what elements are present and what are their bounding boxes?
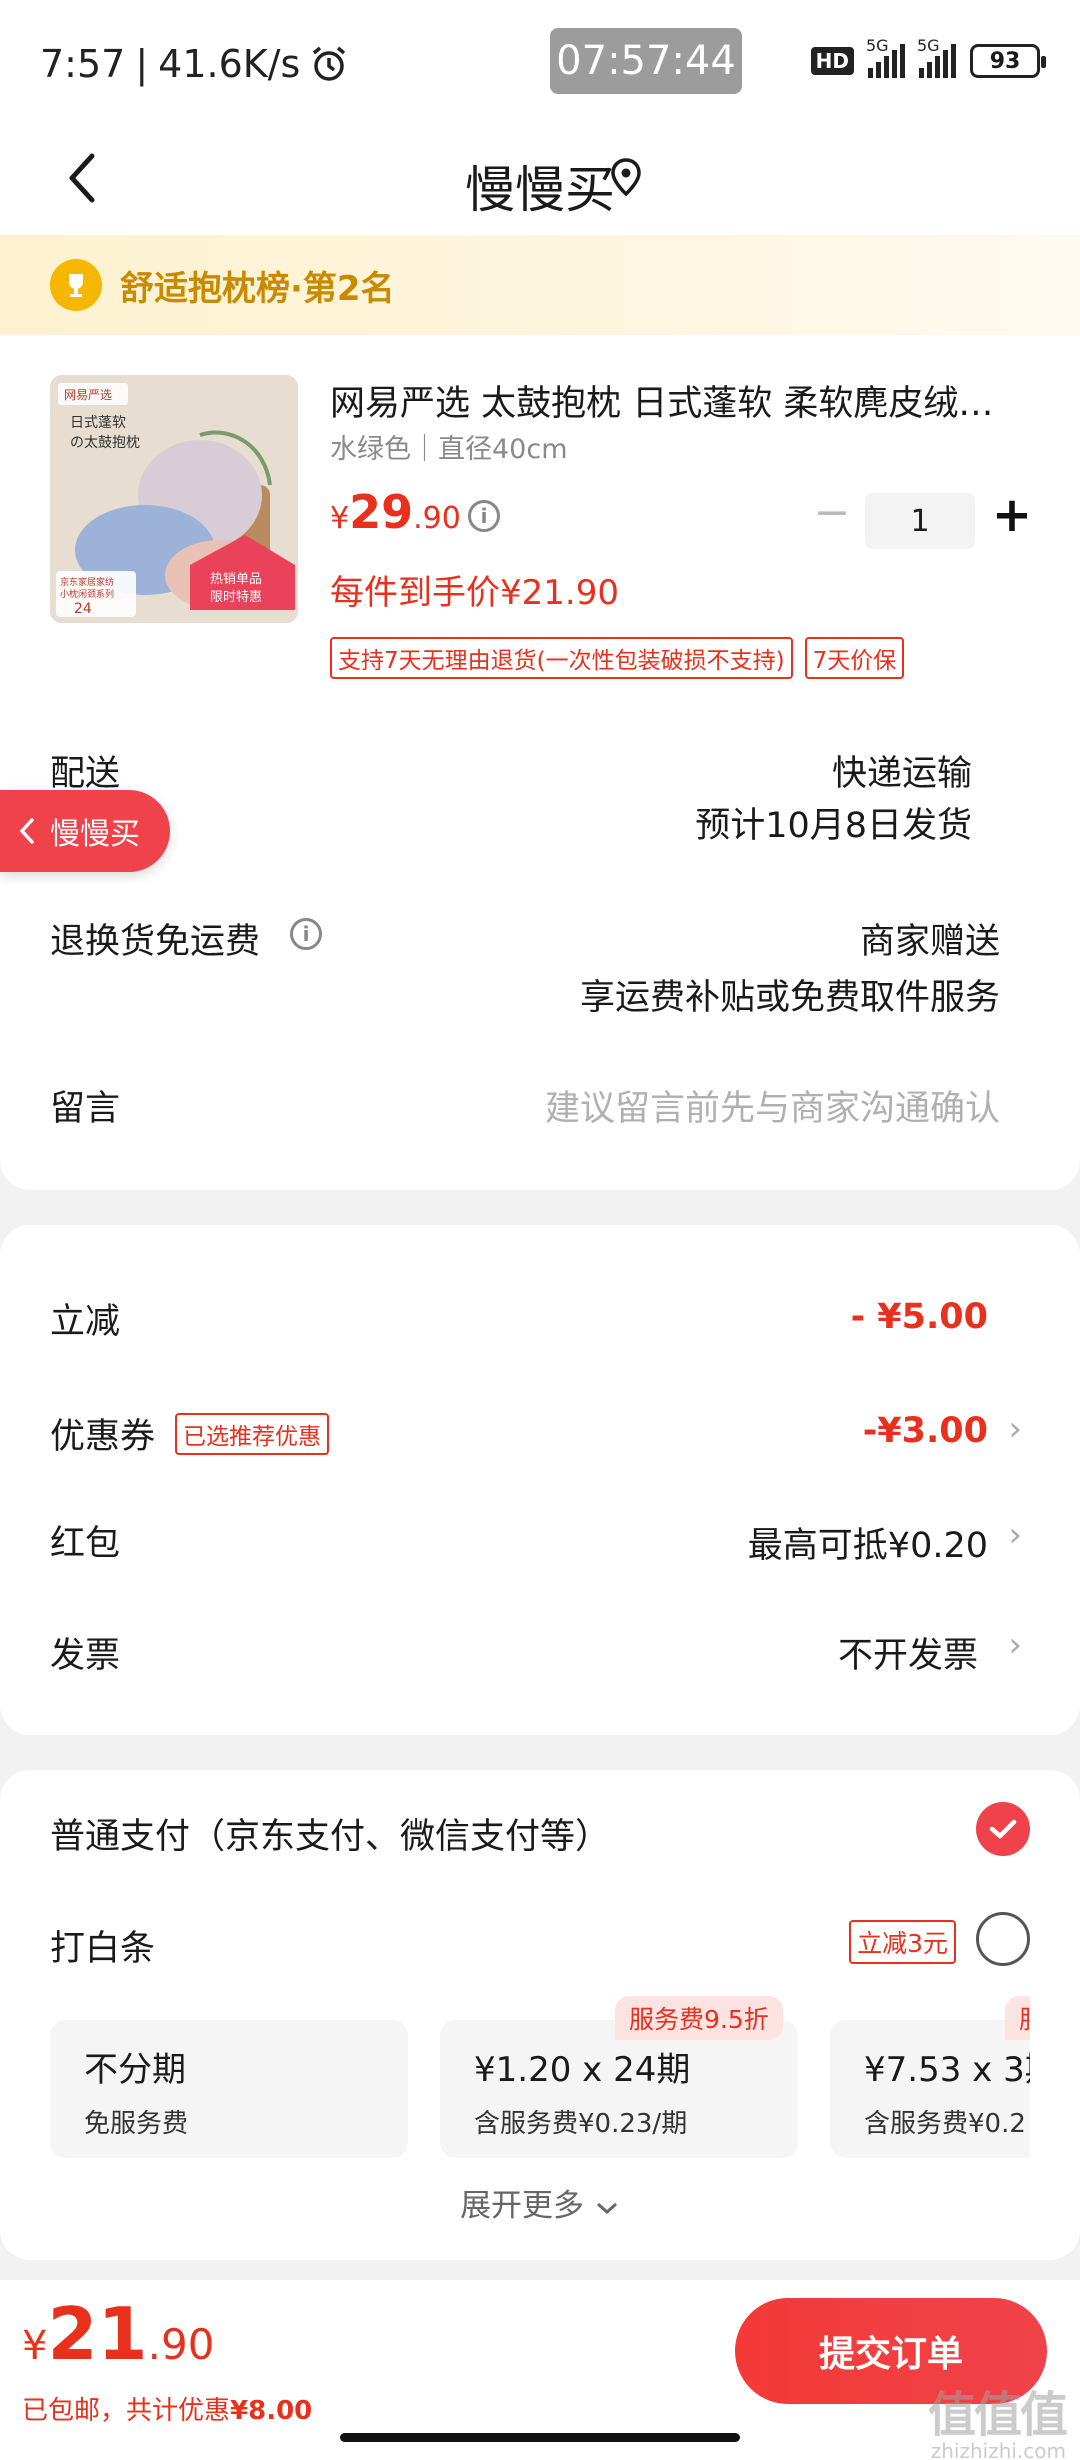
svg-text:小枕闲颈系列: 小枕闲颈系列 bbox=[60, 588, 114, 600]
red-packet-value[interactable]: 最高可抵¥0.20 bbox=[748, 1517, 988, 1568]
manmanmai-float-tab[interactable]: 慢慢买 bbox=[0, 790, 170, 872]
chevron-down-icon bbox=[596, 2202, 617, 2215]
svg-text:京东家居家纺: 京东家居家纺 bbox=[60, 576, 114, 588]
product-image[interactable]: 网易严选 日式蓬软 の太鼓抱枕 京东家居家纺 小枕闲颈系列 24 热销单品 限时… bbox=[50, 375, 298, 623]
price-protect-tag: 7天价保 bbox=[804, 637, 905, 679]
page-title: 慢慢买 bbox=[465, 161, 615, 219]
nav-bar: 慢慢买 bbox=[0, 130, 1080, 235]
plan-fee-tag: 服务费9.5折 bbox=[615, 1996, 783, 2040]
product-spec: 水绿色｜直径40cm bbox=[330, 434, 568, 465]
delivery-eta: 预计10月8日发货 bbox=[695, 806, 972, 846]
red-packet-chevron-icon[interactable]: › bbox=[1008, 1515, 1022, 1555]
plan-sub: 含服务费¥0.2 bbox=[864, 2109, 1026, 2139]
expand-more-button[interactable]: 展开更多 bbox=[0, 2180, 1080, 2225]
coupon-recommend-badge: 已选推荐优惠 bbox=[175, 1413, 329, 1455]
svg-text:日式蓬软: 日式蓬软 bbox=[70, 415, 126, 431]
instant-discount-label: 立减 bbox=[50, 1302, 121, 1342]
total-symbol: ¥ bbox=[22, 2323, 48, 2369]
return-shipping-desc: 享运费补贴或免费取件服务 bbox=[579, 978, 1000, 1018]
screen-recorder-clock: 07:57:44 bbox=[550, 28, 742, 94]
signal-icon: 5G bbox=[866, 36, 905, 78]
hd-icon: HD bbox=[810, 47, 854, 75]
svg-text:限时特惠: 限时特惠 bbox=[210, 590, 262, 605]
expand-more-label: 展开更多 bbox=[460, 2188, 585, 2224]
price-info-icon[interactable]: i bbox=[468, 500, 500, 532]
total-price: ¥ 21 .90 bbox=[22, 2292, 214, 2376]
return-policy-tag: 支持7天无理由退货(一次性包装破损不支持) bbox=[330, 637, 793, 679]
plan-sub: 含服务费¥0.23/期 bbox=[474, 2109, 688, 2139]
signal-1-label: 5G bbox=[866, 36, 889, 55]
product-price: ¥ 29 .90 bbox=[330, 485, 461, 539]
delivery-label: 配送 bbox=[50, 754, 121, 794]
return-shipping-value: 商家赠送 bbox=[859, 922, 1000, 962]
discount-card: 立减 - ¥5.00 优惠券 已选推荐优惠 -¥3.00 › 红包 最高可抵¥0… bbox=[0, 1225, 1080, 1735]
svg-text:热销单品: 热销单品 bbox=[210, 572, 262, 587]
total-savings-amount: ¥8.00 bbox=[230, 2396, 313, 2426]
watermark-text: 值值值 bbox=[927, 2387, 1068, 2443]
svg-text:网易严选: 网易严选 bbox=[64, 388, 112, 402]
total-savings: 已包邮，共计优惠¥8.00 bbox=[22, 2390, 312, 2427]
price-dec: .90 bbox=[413, 501, 461, 536]
quantity-minus-button[interactable]: − bbox=[812, 491, 852, 535]
watermark-url: zhizhizhi.com bbox=[930, 2439, 1066, 2460]
plan-title: ¥1.20 x 24期 bbox=[474, 2050, 691, 2090]
coupon-value[interactable]: -¥3.00 bbox=[863, 1411, 988, 1451]
plan-fee-tag: 服 bbox=[1005, 1996, 1030, 2040]
service-tags: 支持7天无理由退货(一次性包装破损不支持) 7天价保 bbox=[330, 637, 905, 679]
rank-text: 舒适抱枕榜·第2名 bbox=[120, 268, 395, 309]
price-int: 29 bbox=[349, 485, 414, 539]
checkout-bar: ¥ 21 .90 已包邮，共计优惠¥8.00 提交订单 值值值 zhizhizh… bbox=[0, 2280, 1080, 2460]
home-indicator[interactable] bbox=[340, 2433, 740, 2442]
svg-text:24: 24 bbox=[74, 601, 92, 617]
installment-plans: 不分期 免服务费 ¥1.20 x 24期 含服务费¥0.23/期 服务费9.5折… bbox=[50, 1770, 1030, 2170]
order-card: 网易严选 日式蓬软 の太鼓抱枕 京东家居家纺 小枕闲颈系列 24 热销单品 限时… bbox=[0, 335, 1080, 1190]
total-savings-text: 已包邮，共计优惠 bbox=[22, 2396, 231, 2426]
location-pin-icon[interactable] bbox=[608, 154, 644, 204]
product-title[interactable]: 网易严选 太鼓抱枕 日式蓬软 柔软麂皮绒… bbox=[330, 375, 1030, 426]
plan-option[interactable]: ¥7.53 x 3期 含服务费¥0.2 bbox=[830, 2020, 1030, 2158]
plan-option[interactable]: ¥1.20 x 24期 含服务费¥0.23/期 bbox=[440, 2020, 798, 2158]
promo-price: 每件到手价¥21.90 bbox=[330, 573, 619, 613]
delivery-method[interactable]: 快递运输 bbox=[832, 745, 972, 796]
message-label: 留言 bbox=[50, 1089, 121, 1129]
invoice-value[interactable]: 不开发票 bbox=[838, 1627, 978, 1678]
status-bar: 7:57 | 41.6K/s 07:57:44 HD 5G 5G 93 bbox=[0, 0, 1080, 130]
alarm-icon bbox=[313, 46, 346, 81]
invoice-label[interactable]: 发票 bbox=[50, 1627, 120, 1678]
signal-2-label: 5G bbox=[917, 36, 940, 55]
status-divider: | bbox=[135, 42, 149, 86]
price-symbol: ¥ bbox=[330, 501, 350, 536]
svg-text:の太鼓抱枕: の太鼓抱枕 bbox=[70, 435, 140, 451]
watermark: 值值值 zhizhizhi.com bbox=[927, 2375, 1068, 2460]
message-input[interactable]: 建议留言前先与商家沟通确认 bbox=[545, 1080, 1000, 1131]
status-right: HD 5G 5G 93 bbox=[810, 36, 1046, 78]
chevron-left-icon bbox=[19, 818, 34, 844]
plan-sub: 免服务费 bbox=[84, 2109, 189, 2139]
quantity-value[interactable]: 1 bbox=[865, 493, 975, 549]
network-speed: 41.6K/s bbox=[158, 42, 301, 86]
status-left: 7:57 | 41.6K/s bbox=[40, 42, 348, 86]
payment-card: 普通支付（京东支付、微信支付等） 打白条 立减3元 不分期 免服务费 ¥1.20… bbox=[0, 1770, 1080, 2260]
plan-title: 不分期 bbox=[84, 2050, 186, 2090]
battery-icon: 93 bbox=[970, 44, 1046, 78]
plan-title: ¥7.53 x 3期 bbox=[864, 2050, 1030, 2090]
coupon-label[interactable]: 优惠券 bbox=[50, 1408, 155, 1459]
signal-icon-2: 5G bbox=[917, 36, 956, 78]
return-shipping-label: 退换货免运费 bbox=[50, 922, 261, 962]
coupon-chevron-icon[interactable]: › bbox=[1008, 1409, 1022, 1449]
plan-option[interactable]: 不分期 免服务费 bbox=[50, 2020, 408, 2158]
trophy-icon bbox=[50, 259, 102, 311]
total-int: 21 bbox=[47, 2292, 148, 2376]
float-tab-label: 慢慢买 bbox=[50, 817, 140, 852]
total-dec: .90 bbox=[147, 2320, 215, 2369]
invoice-chevron-icon[interactable]: › bbox=[1008, 1625, 1022, 1665]
quantity-plus-button[interactable]: + bbox=[990, 490, 1034, 540]
instant-discount-value: - ¥5.00 bbox=[850, 1297, 988, 1337]
product-image-art: 网易严选 日式蓬软 の太鼓抱枕 京东家居家纺 小枕闲颈系列 24 热销单品 限时… bbox=[50, 375, 298, 623]
rank-banner[interactable]: 舒适抱枕榜·第2名 bbox=[0, 235, 1080, 335]
status-time: 7:57 bbox=[40, 42, 126, 86]
return-shipping-info-icon[interactable]: i bbox=[290, 918, 322, 950]
red-packet-label[interactable]: 红包 bbox=[50, 1515, 120, 1566]
